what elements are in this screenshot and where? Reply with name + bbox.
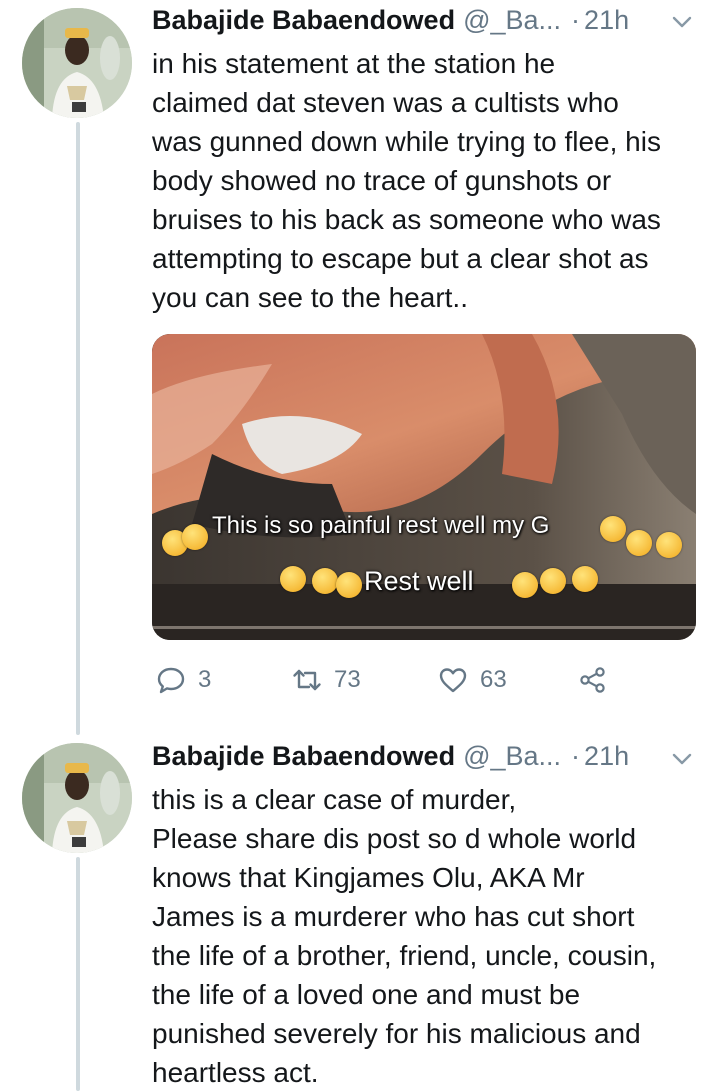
sad-emoji-icon <box>182 524 208 550</box>
sad-emoji-icon <box>312 568 338 594</box>
media-caption-secondary: Rest well <box>364 566 474 596</box>
tweet[interactable]: Babajide Babaendowed @_Ba... · 21h this … <box>0 735 720 1091</box>
author-name[interactable]: Babajide Babaendowed <box>152 741 455 772</box>
avatar-photo <box>22 743 132 853</box>
chevron-down-icon[interactable] <box>670 10 694 34</box>
like-count: 63 <box>480 666 507 693</box>
sad-emoji-icon <box>656 532 682 558</box>
author-handle[interactable]: @_Ba... <box>463 741 561 772</box>
heart-icon <box>439 668 467 693</box>
tweet-text: this is a clear case of murder, Please s… <box>152 784 657 1088</box>
reply-icon <box>157 667 185 694</box>
author-name[interactable]: Babajide Babaendowed <box>152 5 455 36</box>
tweet[interactable]: Babajide Babaendowed @_Ba... · 21h in hi… <box>0 0 720 735</box>
sad-emoji-icon <box>336 572 362 598</box>
tweet-text: in his statement at the station he claim… <box>152 48 661 313</box>
tweet-actions: 3 73 63 <box>152 660 632 700</box>
tweet-header: Babajide Babaendowed @_Ba... · 21h <box>152 736 700 776</box>
reply-button[interactable]: 3 <box>156 660 211 700</box>
chevron-down-icon[interactable] <box>670 747 694 771</box>
author-handle[interactable]: @_Ba... <box>463 5 561 36</box>
tweet-header: Babajide Babaendowed @_Ba... · 21h <box>152 0 700 40</box>
sad-emoji-icon <box>626 530 652 556</box>
timestamp[interactable]: 21h <box>584 5 629 36</box>
tweet-media[interactable]: This is so painful rest well my G Rest w… <box>152 334 696 640</box>
separator-dot: · <box>571 740 581 771</box>
retweet-icon <box>293 669 321 691</box>
timestamp[interactable]: 21h <box>584 741 629 772</box>
thread-line <box>76 857 80 1091</box>
separator-dot: · <box>571 4 581 35</box>
sad-emoji-icon <box>540 568 566 594</box>
share-button[interactable] <box>578 660 608 700</box>
like-button[interactable]: 63 <box>438 660 507 700</box>
avatar-photo <box>22 8 132 118</box>
sad-emoji-icon <box>280 566 306 592</box>
sad-emoji-icon <box>572 566 598 592</box>
media-caption: This is so painful rest well my G <box>212 512 550 539</box>
reply-count: 3 <box>198 666 212 693</box>
sad-emoji-icon <box>512 572 538 598</box>
retweet-button[interactable]: 73 <box>292 660 361 700</box>
avatar[interactable] <box>22 743 132 853</box>
sad-emoji-icon <box>600 516 626 542</box>
thread-line <box>76 122 80 735</box>
avatar[interactable] <box>22 8 132 118</box>
retweet-count: 73 <box>334 666 361 693</box>
share-icon <box>580 667 605 693</box>
